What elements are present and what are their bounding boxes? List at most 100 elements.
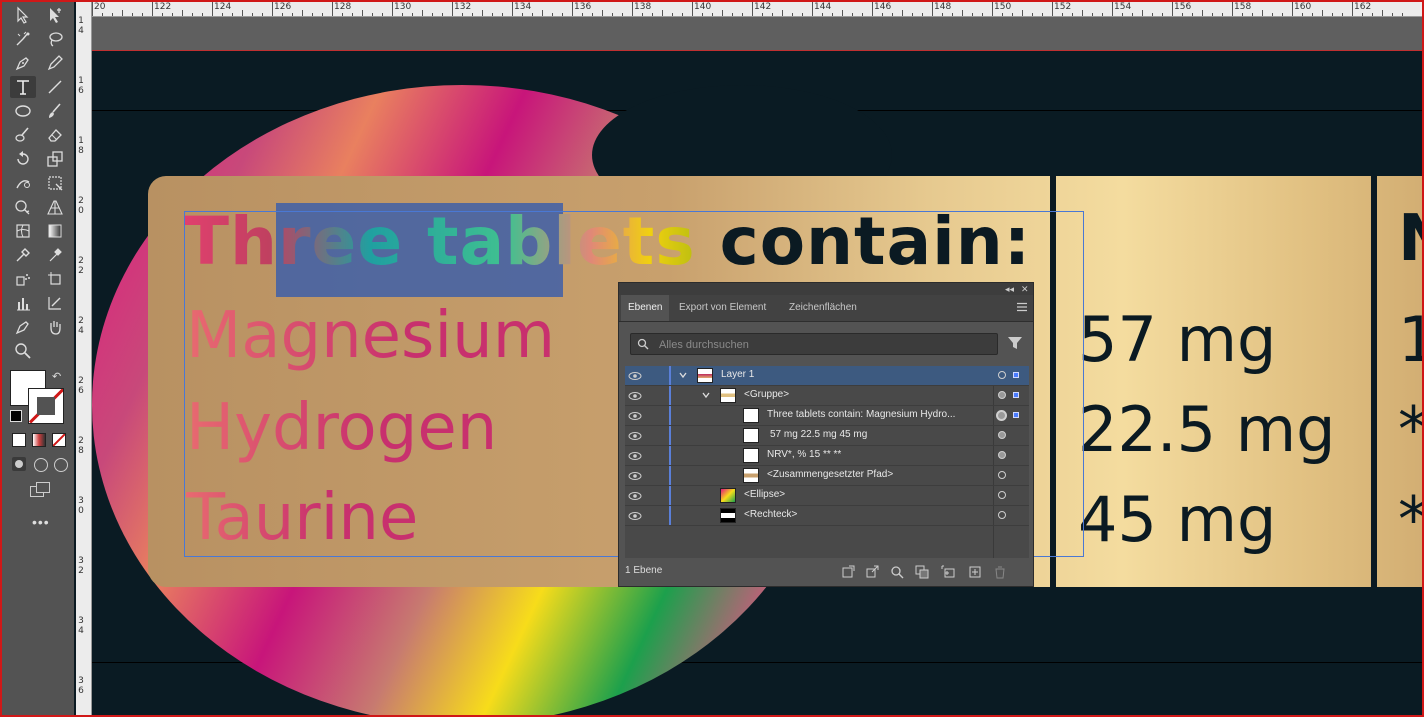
layer-row[interactable]: 57 mg 22.5 mg 45 mg — [625, 426, 1029, 446]
layer-name[interactable]: NRV*, % 15 ** ** — [767, 449, 841, 460]
layer-name[interactable]: Layer 1 — [721, 369, 754, 380]
layer-name[interactable]: <Rechteck> — [744, 509, 797, 520]
panel-title-bar[interactable]: ◂◂ ✕ — [619, 283, 1033, 295]
color-mode-icon[interactable] — [12, 433, 26, 447]
screen-mode-icon[interactable] — [30, 482, 50, 497]
draw-inside-icon[interactable] — [54, 458, 68, 472]
layer-row[interactable]: Three tablets contain: Magnesium Hydro..… — [625, 406, 1029, 426]
layer-row[interactable]: <Ellipse> — [625, 486, 1029, 506]
stroke-swatch[interactable] — [28, 388, 64, 424]
export-icon[interactable] — [865, 565, 879, 579]
visibility-eye-icon[interactable] — [628, 510, 642, 522]
tab-layers[interactable]: Ebenen — [621, 295, 670, 321]
hand-tool-icon[interactable] — [42, 316, 68, 338]
locate-object-icon[interactable] — [890, 565, 904, 579]
search-input[interactable] — [657, 336, 991, 354]
pencil-tool-icon[interactable] — [42, 52, 68, 74]
nrv-heading-text[interactable]: N — [1398, 202, 1422, 276]
collapse-panel-icon[interactable]: ◂◂ — [1005, 283, 1014, 295]
selection-indicator-icon[interactable] — [1013, 412, 1019, 418]
delete-layer-icon[interactable] — [993, 565, 1007, 579]
selection-indicator-icon[interactable] — [1013, 372, 1019, 378]
layer-name[interactable]: <Zusammengesetzter Pfad> — [767, 469, 893, 480]
column-graph-tool-icon[interactable] — [10, 292, 36, 314]
visibility-eye-icon[interactable] — [628, 450, 642, 462]
gradient-mode-icon[interactable] — [32, 433, 46, 447]
panel-menu-icon[interactable] — [1017, 302, 1027, 312]
nrv-value-text[interactable]: * — [1398, 483, 1422, 556]
layer-name[interactable]: 57 mg 22.5 mg 45 mg — [770, 429, 867, 440]
type-tool-icon[interactable] — [10, 76, 36, 98]
default-colors-icon[interactable] — [10, 410, 22, 422]
perspective-grid-tool-icon[interactable] — [42, 196, 68, 218]
target-circle-icon[interactable] — [998, 391, 1006, 399]
scale-tool-icon[interactable] — [42, 148, 68, 170]
new-sublayer-icon[interactable] — [941, 565, 955, 579]
amount-text[interactable]: 45 mg — [1078, 483, 1276, 556]
visibility-eye-icon[interactable] — [628, 470, 642, 482]
pen-variant-tool-icon[interactable] — [10, 316, 36, 338]
line-tool-icon[interactable] — [42, 76, 68, 98]
target-circle-icon[interactable] — [998, 511, 1006, 519]
amount-text[interactable]: 22.5 mg — [1078, 393, 1336, 466]
artboard-tool-icon[interactable] — [42, 268, 68, 290]
visibility-eye-icon[interactable] — [628, 390, 642, 402]
tab-artboards[interactable]: Zeichenflächen — [782, 295, 864, 321]
draw-normal-icon[interactable] — [12, 457, 26, 471]
pen-tool-icon[interactable] — [10, 52, 36, 74]
gradient-tool-icon[interactable] — [42, 220, 68, 242]
target-circle-icon[interactable] — [996, 410, 1007, 421]
target-circle-icon[interactable] — [998, 451, 1006, 459]
selection-tool-icon[interactable] — [10, 4, 36, 26]
direct-selection-tool-icon[interactable] — [42, 4, 68, 26]
layer-row[interactable]: <Rechteck> — [625, 506, 1029, 526]
new-layer-icon[interactable] — [968, 565, 982, 579]
chevron-down-icon[interactable] — [701, 390, 711, 400]
eyedropper-tool-icon[interactable] — [10, 244, 36, 266]
more-tools-icon[interactable]: ••• — [32, 514, 50, 530]
visibility-eye-icon[interactable] — [628, 410, 642, 422]
paintbrush-tool-icon[interactable] — [42, 100, 68, 122]
draw-behind-icon[interactable] — [34, 458, 48, 472]
chevron-down-icon[interactable] — [678, 370, 688, 380]
layer-name[interactable]: <Gruppe> — [744, 389, 789, 400]
visibility-eye-icon[interactable] — [628, 430, 642, 442]
selection-indicator-icon[interactable] — [1013, 392, 1019, 398]
layer-name[interactable]: <Ellipse> — [744, 489, 785, 500]
visibility-eye-icon[interactable] — [628, 370, 642, 382]
layer-name[interactable]: Three tablets contain: Magnesium Hydro..… — [767, 409, 955, 420]
nrv-value-text[interactable]: * — [1398, 393, 1422, 466]
measure-tool-icon[interactable] — [42, 244, 68, 266]
target-circle-icon[interactable] — [998, 371, 1006, 379]
shape-builder-tool-icon[interactable] — [10, 196, 36, 218]
layer-row[interactable]: NRV*, % 15 ** ** — [625, 446, 1029, 466]
symbol-sprayer-tool-icon[interactable] — [10, 268, 36, 290]
mesh-tool-icon[interactable] — [10, 220, 36, 242]
curvature-tool-icon[interactable] — [10, 28, 36, 50]
target-circle-icon[interactable] — [998, 491, 1006, 499]
none-mode-icon[interactable] — [52, 433, 66, 447]
ellipse-tool-icon[interactable] — [10, 100, 36, 122]
zoom-tool-icon[interactable] — [10, 340, 36, 362]
target-circle-icon[interactable] — [998, 471, 1006, 479]
rotate-tool-icon[interactable] — [10, 148, 36, 170]
swap-fill-stroke-icon[interactable]: ↶ — [52, 370, 64, 383]
clipping-mask-icon[interactable] — [915, 565, 929, 579]
eraser-tool-icon[interactable] — [42, 124, 68, 146]
blob-brush-tool-icon[interactable] — [10, 124, 36, 146]
layer-row[interactable]: Layer 1 — [625, 366, 1029, 386]
filter-icon[interactable] — [1007, 335, 1023, 351]
warp-tool-icon[interactable] — [10, 172, 36, 194]
layer-row[interactable]: <Zusammengesetzter Pfad> — [625, 466, 1029, 486]
nrv-value-text[interactable]: 1 — [1398, 303, 1422, 376]
collect-for-export-icon[interactable] — [841, 565, 855, 579]
tab-asset-export[interactable]: Export von Element — [672, 295, 773, 321]
target-circle-icon[interactable] — [998, 431, 1006, 439]
close-panel-icon[interactable]: ✕ — [1021, 283, 1029, 295]
lasso-tool-icon[interactable] — [42, 28, 68, 50]
layer-row[interactable]: <Gruppe> — [625, 386, 1029, 406]
amount-text[interactable]: 57 mg — [1078, 303, 1276, 376]
slice-tool-icon[interactable] — [42, 292, 68, 314]
visibility-eye-icon[interactable] — [628, 490, 642, 502]
layers-search-field[interactable] — [630, 333, 998, 355]
